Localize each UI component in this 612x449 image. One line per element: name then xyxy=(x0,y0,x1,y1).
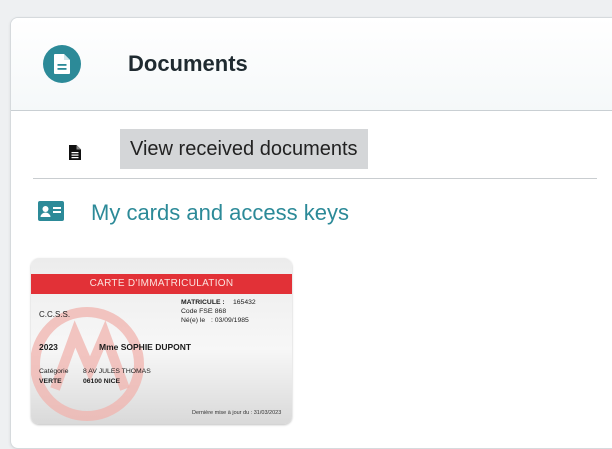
view-received-documents-link[interactable]: View received documents xyxy=(120,129,368,169)
address-line-2: 06100 NICE xyxy=(83,378,121,385)
divider xyxy=(33,178,597,179)
registration-card[interactable]: CARTE D'IMMATRICULATION MATRICULE : 1654… xyxy=(31,258,292,424)
documents-panel: Documents View received documents My car… xyxy=(10,17,612,449)
panel-header: Documents xyxy=(11,18,612,111)
matricule-value: 165432 xyxy=(233,299,256,306)
issuer-label: C.C.S.S. xyxy=(39,310,71,319)
received-documents-row: View received documents xyxy=(11,128,612,178)
address-line-1: 8 AV JULES THOMAS xyxy=(83,368,151,375)
card-holder-name: Mme SOPHIE DUPONT xyxy=(99,342,192,352)
id-card-icon xyxy=(38,201,64,226)
card-year: 2023 xyxy=(39,342,58,352)
document-icon xyxy=(43,45,81,83)
cards-section-header: My cards and access keys xyxy=(11,196,612,232)
category-value: VERTE xyxy=(39,378,62,385)
category-label: Catégorie xyxy=(39,368,69,375)
last-update-text: Dernière mise à jour du : 31/03/2023 xyxy=(192,410,282,416)
card-band-title: CARTE D'IMMATRICULATION xyxy=(31,274,292,294)
cards-section-title: My cards and access keys xyxy=(91,200,349,225)
born-label: Né(e) le xyxy=(181,317,206,324)
code-fse-label: Code FSE xyxy=(181,308,213,315)
code-fse-value: : 868 xyxy=(211,308,227,315)
panel-title: Documents xyxy=(128,51,248,76)
file-icon xyxy=(69,145,81,165)
born-value: : 03/09/1985 xyxy=(211,317,249,324)
matricule-label: MATRICULE : xyxy=(181,299,225,306)
